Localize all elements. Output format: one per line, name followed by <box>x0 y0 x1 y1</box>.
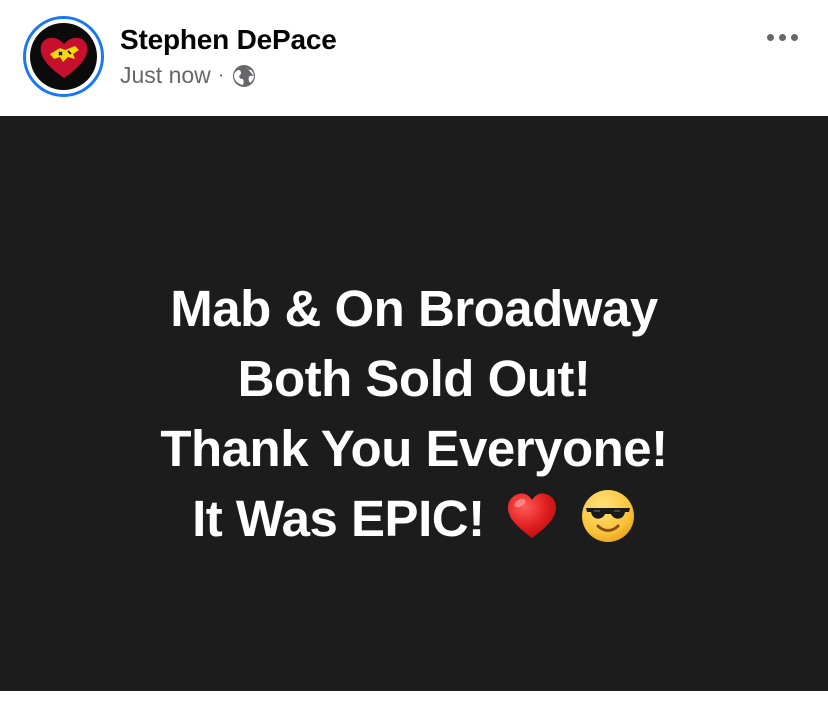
more-options-icon[interactable] <box>758 24 806 50</box>
more-dot <box>778 33 786 41</box>
post-footer-strip <box>0 691 828 720</box>
status-line: Both Sold Out! <box>237 349 591 407</box>
status-line: It Was EPIC! <box>192 489 485 547</box>
status-line-last: It Was EPIC! <box>160 484 667 554</box>
smiling-face-with-sunglasses-emoji <box>581 489 634 542</box>
red-heart-emoji <box>508 493 557 538</box>
status-background: Mab & On Broadway Both Sold Out! Thank Y… <box>0 116 828 691</box>
author-avatar[interactable] <box>23 16 104 97</box>
post-meta: Just now · <box>120 62 256 89</box>
post-header: Stephen DePace Just now · <box>0 0 828 116</box>
more-dot <box>790 33 798 41</box>
meta-separator: · <box>217 64 225 86</box>
more-dot <box>766 33 774 41</box>
globe-icon[interactable] <box>232 64 256 88</box>
facebook-post: Stephen DePace Just now · Mab & On Broad… <box>0 0 828 720</box>
status-text: Mab & On Broadway Both Sold Out! Thank Y… <box>160 274 668 554</box>
heart-logo-icon <box>30 23 97 90</box>
status-line: Thank You Everyone! <box>160 419 668 477</box>
post-timestamp[interactable]: Just now <box>120 62 211 89</box>
author-name[interactable]: Stephen DePace <box>120 24 337 56</box>
status-line: Mab & On Broadway <box>170 279 658 337</box>
